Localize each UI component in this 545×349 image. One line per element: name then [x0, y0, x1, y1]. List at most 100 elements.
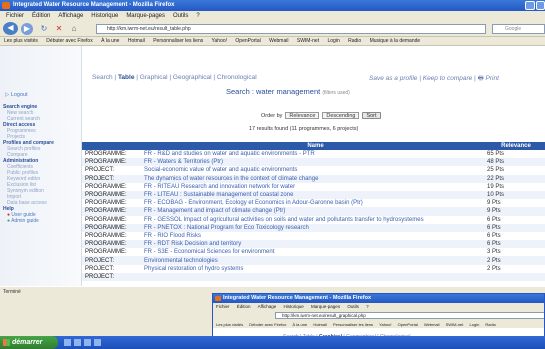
quick-launch [64, 339, 101, 346]
window-titlebar: Integrated Water Resource Management - M… [0, 0, 545, 11]
search-placeholder: Google [505, 26, 522, 32]
order-field-select[interactable]: Relevance [285, 112, 320, 119]
bookmark-item[interactable]: Les plus visités [216, 322, 243, 327]
reload-icon[interactable]: ↻ [38, 23, 50, 35]
print-icon[interactable]: 🖶 [478, 75, 484, 82]
bookmark-item[interactable]: Yahoo! [212, 38, 227, 44]
menu-edit[interactable]: Édition [237, 304, 251, 309]
menu-tools[interactable]: Outils [347, 304, 359, 309]
maximize-button[interactable] [536, 1, 545, 10]
keep-compare-link[interactable]: Keep to compare [423, 75, 473, 82]
bookmark-item[interactable]: Les plus visités [4, 38, 38, 44]
bookmark-item[interactable]: Radio [348, 38, 361, 44]
order-direction-select[interactable]: Descending [322, 112, 360, 119]
bookmark-item[interactable]: À la une [293, 322, 308, 327]
quick-launch-icon[interactable] [94, 339, 101, 346]
table-row: PROJECT: The dynamics of water resources … [82, 174, 545, 183]
result-link[interactable]: The dynamics of water resources in the c… [144, 174, 487, 183]
bookmark-item[interactable]: OpenPortal [398, 322, 418, 327]
bookmark-item[interactable]: Musique à la demande [370, 38, 421, 44]
tab-search[interactable]: Search [92, 74, 113, 81]
bookmark-item[interactable]: À la une [101, 38, 119, 44]
table-row: PROJECT: Social-economic value of water a… [85, 166, 505, 174]
order-label: Order by [261, 112, 283, 119]
menu-file[interactable]: Fichier [216, 304, 230, 309]
bookmark-item[interactable]: Webmail [424, 322, 440, 327]
logout-link[interactable]: ▷ Logout [5, 92, 28, 98]
result-link[interactable]: Physical restoration of hydro systems [144, 265, 487, 273]
menu-help[interactable]: ? [366, 304, 369, 309]
result-link[interactable] [144, 272, 487, 281]
tab-geographical[interactable]: Geographical [173, 74, 212, 81]
table-row: PROGRAMME: FR - RIO Flood Risks 6 Pts [85, 232, 501, 240]
minimize-button[interactable] [525, 1, 535, 10]
tab-chronological[interactable]: Chronological [217, 74, 257, 81]
result-link[interactable]: FR - Management and impact of climate ch… [144, 207, 487, 216]
bookmark-item[interactable]: OpenPortal [235, 38, 260, 44]
bookmark-item[interactable]: Webmail [269, 38, 288, 44]
menu-view[interactable]: Affichage [258, 304, 277, 309]
result-link[interactable]: Environmental technologies [144, 256, 487, 265]
quick-launch-icon[interactable] [64, 339, 71, 346]
web-search-field[interactable]: Google [492, 24, 545, 34]
tab-table[interactable]: Table [118, 74, 135, 81]
sidebar-item-admin-guide[interactable]: ● Admin guide [3, 218, 81, 224]
bookmark-item[interactable]: Radio [485, 322, 495, 327]
start-button[interactable]: démarrer [0, 336, 58, 349]
result-link[interactable]: FR - S3E - Economical Sciences for envir… [144, 248, 487, 256]
second-url-field[interactable]: http://km.iwrm-net.eu/result_graphical.p… [275, 312, 544, 319]
save-profile-link[interactable]: Save as a profile [369, 75, 417, 82]
result-link[interactable]: FR - Waters & Territories (Ptr) [144, 158, 487, 167]
quick-launch-icon[interactable] [74, 339, 81, 346]
bookmark-item[interactable]: Débuter avec Firefox [46, 38, 92, 44]
column-header-relevance[interactable]: Relevance [487, 142, 545, 150]
menu-view[interactable]: Affichage [58, 11, 83, 21]
bookmark-item[interactable]: Hotmail [313, 322, 327, 327]
back-icon[interactable]: ◀ [3, 22, 18, 35]
bookmark-item[interactable]: Yahoo! [379, 322, 391, 327]
menu-bookmarks[interactable]: Marque-pages [126, 11, 165, 21]
bookmark-item[interactable]: Login [327, 38, 339, 44]
quick-launch-icon[interactable] [84, 339, 91, 346]
sort-button[interactable]: Sort [362, 112, 381, 119]
menu-tools[interactable]: Outils [173, 11, 188, 21]
results-summary: 17 results found (11 programmes, 6 proje… [249, 126, 359, 132]
bookmark-item[interactable]: Hotmail [128, 38, 145, 44]
bookmark-item[interactable]: Débuter avec Firefox [249, 322, 286, 327]
second-navigation-toolbar: http://km.iwrm-net.eu/result_graphical.p… [213, 310, 544, 321]
menu-edit[interactable]: Édition [32, 11, 50, 21]
column-header-name[interactable]: Name [144, 142, 487, 150]
menu-history[interactable]: Historique [284, 304, 304, 309]
print-link[interactable]: Print [486, 75, 499, 82]
bookmark-item[interactable]: SWIM-net [446, 322, 464, 327]
result-link[interactable]: FR - PNETOX : National Program for Eco T… [144, 223, 487, 232]
result-link[interactable]: FR - RIO Flood Risks [144, 232, 487, 240]
result-link[interactable]: FR - RITEAU Research and innovation netw… [144, 183, 487, 191]
firefox-icon [215, 296, 221, 301]
filters-used-link[interactable]: (filters used) [322, 90, 350, 96]
guide-icon: ● [7, 218, 11, 224]
result-link[interactable]: FR - GESSOL Impact of agricultural activ… [144, 216, 487, 224]
forward-icon[interactable]: ▶ [21, 23, 33, 35]
status-text: Terminé [3, 289, 21, 295]
stop-icon[interactable]: ✕ [53, 23, 65, 35]
tab-graphical[interactable]: Graphical [140, 74, 168, 81]
menu-bookmarks[interactable]: Marque-pages [311, 304, 340, 309]
menu-help[interactable]: ? [196, 11, 199, 21]
second-window-title: Integrated Water Resource Management - M… [223, 295, 372, 301]
bookmark-item[interactable]: Personnaliser les liens [333, 322, 373, 327]
bookmark-item[interactable]: SWIM-net [297, 38, 319, 44]
result-link[interactable]: FR - RDT Risk Decision and territory [144, 240, 487, 249]
bookmark-item[interactable]: Personnaliser les liens [153, 38, 203, 44]
bookmarks-bar: Les plus visités Débuter avec Firefox À … [0, 37, 545, 46]
menu-history[interactable]: Historique [91, 11, 118, 21]
menu-file[interactable]: Fichier [6, 11, 24, 21]
result-link[interactable]: FR - LITEAU : Sustainable management of … [144, 190, 487, 200]
result-link[interactable]: Social-economic value of water and aquat… [144, 166, 487, 174]
url-field[interactable]: http://km.iwrm-net.eu/result_table.php [96, 24, 486, 34]
bookmark-item[interactable]: Login [470, 322, 480, 327]
result-link[interactable]: FR - R&D and studies on water and aquati… [144, 150, 487, 158]
result-link[interactable]: FR - ECOBAG - Environment, Ecology et Ec… [144, 199, 487, 207]
home-icon[interactable]: ⌂ [68, 23, 80, 35]
taskbar: démarrer [0, 336, 545, 349]
